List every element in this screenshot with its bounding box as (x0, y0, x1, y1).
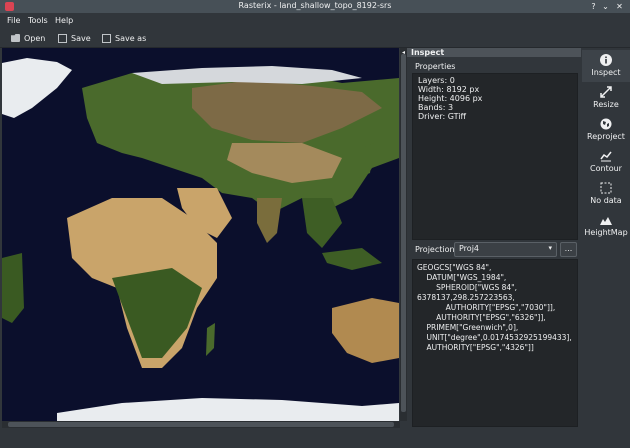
status-bar (0, 430, 630, 448)
help-button[interactable]: ? (588, 1, 599, 12)
wkt-line: AUTHORITY["EPSG","7030"]], (417, 303, 556, 312)
toolbar: Open Save Save as (0, 29, 630, 48)
sidebar-item-label: HeightMap (584, 228, 628, 237)
tool-sidebar: Inspect Resize Reproject Contour No data… (582, 48, 630, 428)
projection-more-button[interactable]: ... (560, 242, 577, 257)
wkt-line: PRIMEM["Greenwich",0], (417, 323, 519, 332)
wkt-text-area[interactable]: GEOGCS["WGS 84", DATUM["WGS_1984", SPHER… (412, 259, 578, 427)
menu-bar: File Tools Help (0, 14, 630, 28)
wkt-line: GEOGCS["WGS 84", (417, 263, 492, 272)
wkt-line: AUTHORITY["EPSG","4326"]] (417, 343, 534, 352)
sidebar-item-no-data[interactable]: No data (582, 178, 630, 210)
close-button[interactable]: ✕ (614, 1, 625, 12)
menu-help[interactable]: Help (55, 16, 73, 25)
projection-select[interactable]: Proj4 ▾ (454, 242, 557, 257)
sidebar-item-label: Inspect (591, 68, 621, 77)
title-bar: Rasterix - land_shallow_topo_8192-srs ? … (0, 0, 630, 13)
world-map-image (2, 48, 399, 421)
properties-box: Layers: 0 Width: 8192 px Height: 4096 px… (412, 73, 578, 240)
chevron-down-icon: ▾ (548, 244, 552, 252)
raster-canvas[interactable] (2, 48, 399, 421)
open-label: Open (24, 33, 46, 43)
wkt-line: AUTHORITY["EPSG","6326"]], (417, 313, 546, 322)
nodata-icon (600, 182, 612, 194)
sidebar-item-label: No data (590, 196, 622, 205)
folder-icon (11, 34, 20, 42)
sidebar-item-reproject[interactable]: Reproject (582, 114, 630, 146)
horizontal-scroll-thumb[interactable] (8, 422, 394, 427)
vertical-scrollbar[interactable] (400, 48, 407, 421)
projection-value: Proj4 (459, 244, 480, 253)
menu-tools[interactable]: Tools (28, 16, 48, 25)
property-bands: Bands: 3 (418, 103, 454, 112)
info-icon (600, 54, 612, 66)
window-title: Rasterix - land_shallow_topo_8192-srs (238, 1, 392, 10)
property-height: Height: 4096 px (418, 94, 483, 103)
save-button[interactable]: Save (58, 32, 91, 44)
sidebar-item-heightmap[interactable]: HeightMap (582, 210, 630, 242)
sidebar-item-label: Reproject (587, 132, 625, 141)
sidebar-item-resize[interactable]: Resize (582, 82, 630, 114)
inspect-panel-header: ◂ Inspect (402, 48, 581, 57)
horizontal-scrollbar[interactable] (2, 421, 400, 428)
sidebar-item-label: Resize (593, 100, 619, 109)
property-layers: Layers: 0 (418, 76, 455, 85)
save-as-button[interactable]: Save as (102, 32, 146, 44)
sidebar-item-label: Contour (590, 164, 622, 173)
property-width: Width: 8192 px (418, 85, 480, 94)
projection-label: Projection (415, 245, 455, 254)
globe-icon (600, 118, 612, 130)
wkt-line: UNIT["degree",0.0174532925199433], (417, 333, 572, 342)
panel-title: Inspect (411, 48, 445, 57)
save-label: Save (71, 33, 91, 43)
wkt-line: 6378137,298.257223563, (417, 293, 515, 302)
property-driver: Driver: GTiff (418, 112, 467, 121)
properties-label: Properties (415, 62, 456, 71)
save-as-icon (102, 33, 111, 43)
open-button[interactable]: Open (11, 32, 45, 44)
contour-icon (600, 151, 612, 162)
minimize-button[interactable]: ⌄ (600, 1, 611, 12)
wkt-line: SPHEROID["WGS 84", (417, 283, 517, 292)
sidebar-item-inspect[interactable]: Inspect (582, 50, 630, 82)
heightmap-icon (600, 217, 612, 225)
sidebar-item-contour[interactable]: Contour (582, 146, 630, 178)
wkt-line: DATUM["WGS_1984", (417, 273, 507, 282)
save-icon (58, 33, 67, 43)
save-as-label: Save as (115, 33, 147, 43)
vertical-scroll-thumb[interactable] (401, 54, 406, 412)
collapse-arrow-icon[interactable]: ◂ (402, 49, 405, 56)
resize-icon (600, 86, 612, 98)
menu-file[interactable]: File (7, 16, 20, 25)
